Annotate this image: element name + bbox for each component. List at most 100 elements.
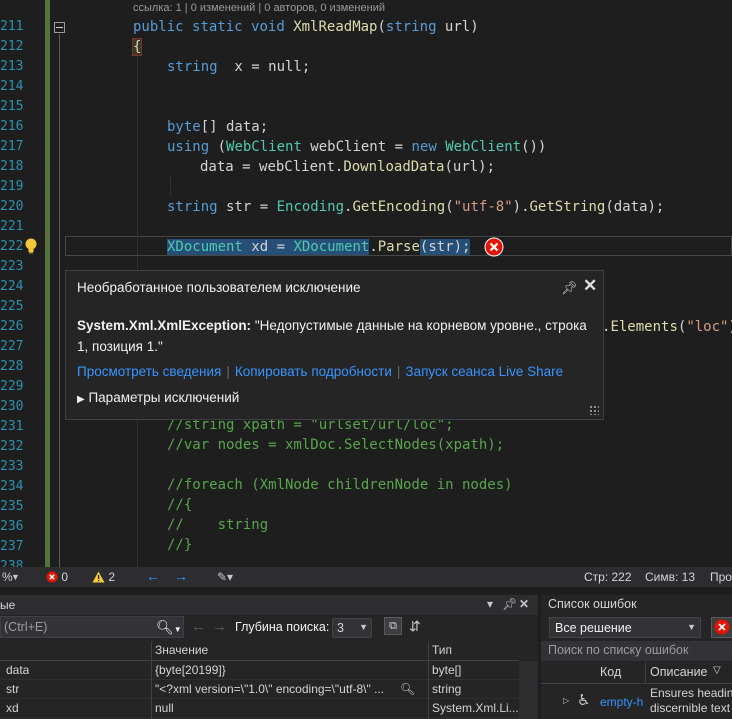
code-line-217[interactable]: using (WebClient webClient = new WebClie…	[167, 137, 546, 157]
locals-row[interactable]: str "<?xml version=\"1.0\" encoding=\"ut…	[0, 680, 519, 699]
column-divider[interactable]	[645, 662, 646, 684]
code-editor[interactable]: 211 212 213 214 215 216 217 218 219 220 221 222 223 2…	[0, 0, 732, 567]
link-separator: |	[396, 364, 401, 379]
line-indicator[interactable]: Стр: 222	[584, 570, 632, 584]
search-navigation-arrows-icon[interactable]: ←→	[191, 618, 233, 635]
panel-divider[interactable]	[0, 587, 732, 595]
error-code-link[interactable]: empty-h	[600, 695, 645, 709]
exception-message: System.Xml.XmlException: "Недопустимые д…	[77, 315, 592, 357]
variable-type: string	[432, 682, 462, 696]
code-line-237[interactable]: //}	[167, 535, 192, 555]
locals-window: ые ▾ 📌︎ ✕ (Ctrl+E) 🔍︎▼ ←→ Глубина поиска…	[0, 595, 538, 719]
search-icon[interactable]: 🔍︎▼	[156, 619, 182, 636]
line-number: 215	[0, 99, 24, 114]
error-count[interactable]: 0	[46, 570, 68, 584]
fold-region-line	[59, 34, 60, 567]
vertical-scrollbar[interactable]	[519, 661, 538, 719]
error-description-line2: discernible text	[650, 701, 731, 715]
live-share-link[interactable]: Запуск сеанса Live Share	[405, 364, 563, 379]
locals-row[interactable]: xd null System.Xml.Li...	[0, 699, 519, 718]
exception-error-icon[interactable]	[484, 237, 504, 257]
error-list-row[interactable]: ▷ ♿︎ empty-h Ensures heading discernible…	[541, 684, 732, 719]
line-number: 224	[0, 279, 24, 294]
code-line-226[interactable]: .Elements("loc")	[602, 317, 732, 337]
text-visualizer-icon[interactable]: 🔍︎▼	[400, 682, 415, 696]
line-number: 217	[0, 139, 24, 154]
line-number: 235	[0, 499, 24, 514]
line-number: 232	[0, 439, 24, 454]
code-line-236[interactable]: // string	[167, 515, 268, 535]
accessibility-icon: ♿︎	[577, 692, 591, 709]
line-number-gutter: 211 212 213 214 215 216 217 218 219 220 221 222 223 2…	[0, 0, 38, 567]
popup-title: Необработанное пользователем исключение	[77, 280, 361, 295]
variable-type: byte[]	[432, 663, 462, 677]
code-line-218[interactable]: data = webClient.DownloadData(url);	[200, 157, 495, 177]
variable-name: xd	[6, 701, 19, 715]
line-number: 218	[0, 159, 24, 174]
code-line-213[interactable]: string x = null;	[167, 57, 310, 77]
pin-icon[interactable]: 📌︎	[561, 280, 578, 296]
search-depth-select[interactable]: 3 ▼	[332, 618, 372, 638]
errors-filter-button[interactable]	[711, 617, 732, 638]
error-description-line1: Ensures heading	[650, 686, 732, 700]
locals-search-input[interactable]: (Ctrl+E) 🔍︎▼	[0, 616, 184, 638]
exception-settings-toggle[interactable]: ▶ Параметры исключений	[77, 390, 239, 405]
indent-guide	[170, 176, 171, 196]
column-header-code[interactable]: Код	[600, 665, 621, 679]
column-indicator[interactable]: Симв: 13	[645, 570, 695, 584]
window-menu-chevron-icon[interactable]: ▾	[487, 597, 493, 611]
view-details-link[interactable]: Просмотреть сведения	[77, 364, 221, 379]
line-number: 223	[0, 259, 24, 274]
error-list-search-input[interactable]: Поиск по списку ошибок	[541, 641, 732, 661]
code-line-211[interactable]: public static void XmlReadMap(string url…	[133, 17, 479, 37]
column-header-value[interactable]: Значение	[151, 641, 428, 661]
navigate-back-icon[interactable]: ←	[146, 568, 160, 584]
locals-row[interactable]: data {byte[20199]} byte[]	[0, 661, 519, 680]
spaces-indicator[interactable]: Про	[710, 570, 732, 584]
column-divider[interactable]	[428, 641, 429, 719]
sort-descending-icon[interactable]: ▽	[713, 665, 721, 676]
line-number: 233	[0, 459, 24, 474]
view-as-table-icon[interactable]: ⧉	[384, 617, 402, 635]
expand-arrow-icon[interactable]: ▷	[563, 696, 569, 705]
line-number: 222	[0, 239, 24, 254]
column-header-name[interactable]	[0, 641, 151, 661]
brush-icon[interactable]: ✎▾	[217, 570, 233, 584]
resize-grip-icon[interactable]	[589, 405, 599, 415]
exception-helper-popup: Необработанное пользователем исключение …	[65, 270, 604, 420]
lightbulb-icon[interactable]	[24, 238, 38, 254]
copy-details-link[interactable]: Копировать подробности	[235, 364, 392, 379]
code-line-234[interactable]: //foreach (XmlNode childrenNode in nodes…	[167, 475, 513, 495]
column-divider[interactable]	[151, 641, 152, 719]
line-number: 226	[0, 319, 24, 334]
close-icon[interactable]: ✕	[583, 276, 597, 296]
code-line-216[interactable]: byte[] data;	[167, 117, 268, 137]
expand-collapse-icon[interactable]: ⇵	[409, 618, 421, 635]
collapse-region-icon[interactable]	[54, 22, 65, 33]
line-number: 227	[0, 339, 24, 354]
column-header-type[interactable]: Тип	[428, 641, 519, 661]
codelens-info[interactable]: ссылка: 1 | 0 изменений | 0 авторов, 0 и…	[133, 2, 385, 14]
variable-value[interactable]: "<?xml version=\"1.0\" encoding=\"utf-8\…	[155, 682, 399, 696]
warning-count[interactable]: 2	[92, 570, 115, 584]
navigate-forward-icon[interactable]: →	[174, 568, 188, 584]
code-line-232[interactable]: //var nodes = xmlDoc.SelectNodes(xpath);	[167, 435, 504, 455]
variable-name: str	[6, 682, 20, 696]
variable-value[interactable]: null	[155, 701, 174, 715]
line-number: 231	[0, 419, 24, 434]
exception-type: System.Xml.XmlException:	[77, 318, 252, 333]
error-scope-select[interactable]: Все решение ▼	[549, 617, 701, 638]
pin-icon[interactable]: 📌︎	[502, 597, 517, 611]
code-line-220[interactable]: string str = Encoding.GetEncoding("utf-8…	[167, 197, 664, 217]
line-number: 216	[0, 119, 24, 134]
locals-toolbar: (Ctrl+E) 🔍︎▼ ←→ Глубина поиска: 3 ▼ ⧉ ⇵	[0, 615, 538, 641]
column-header-description[interactable]: Описание	[650, 665, 708, 679]
code-line-235[interactable]: //{	[167, 495, 192, 515]
code-line-212[interactable]: {	[131, 37, 143, 57]
editor-status-bar: % ▼ 0 2 ← → ✎▾ Стр: 222 Симв: 13 Про	[0, 567, 732, 587]
error-list-title: Список ошибок	[548, 597, 637, 611]
variable-value[interactable]: {byte[20199]}	[155, 663, 226, 677]
chevron-down-icon[interactable]: ▼	[11, 572, 20, 582]
code-line-222[interactable]: XDocument xd = XDocument.Parse(str);	[167, 237, 471, 257]
close-icon[interactable]: ✕	[519, 597, 529, 611]
